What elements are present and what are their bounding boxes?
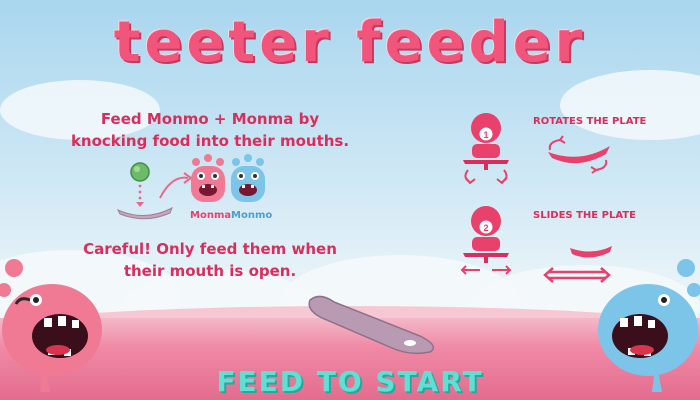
- slide-label: SLIDES THE PLATE: [533, 210, 636, 221]
- game-artwork: 1 2: [0, 113, 700, 392]
- blue-monster-name: Monmo: [231, 210, 273, 221]
- rotate-badge: 1: [483, 130, 488, 140]
- start-button[interactable]: FEED TO START: [0, 365, 700, 398]
- pink-monster-name: Monma: [190, 210, 232, 221]
- arrow-icon: [159, 176, 189, 199]
- rotating-plate-icon: [548, 135, 610, 174]
- rotate-control-figure-icon: [463, 113, 509, 170]
- slide-badge: 2: [483, 223, 488, 233]
- game-plate: [308, 295, 435, 355]
- mini-pink-monster-icon: [191, 154, 225, 202]
- slide-control-figure-icon: [463, 206, 509, 263]
- food-ball-icon: [130, 162, 150, 182]
- mini-blue-monster-icon: [231, 154, 265, 202]
- rotate-label: ROTATES THE PLATE: [533, 116, 647, 127]
- drop-path-icon: [136, 184, 144, 207]
- small-plate-icon: [116, 206, 173, 220]
- game-scene[interactable]: teeter feeder Feed Monmo + Monma by knoc…: [0, 0, 700, 400]
- sliding-plate-icon: [543, 246, 612, 283]
